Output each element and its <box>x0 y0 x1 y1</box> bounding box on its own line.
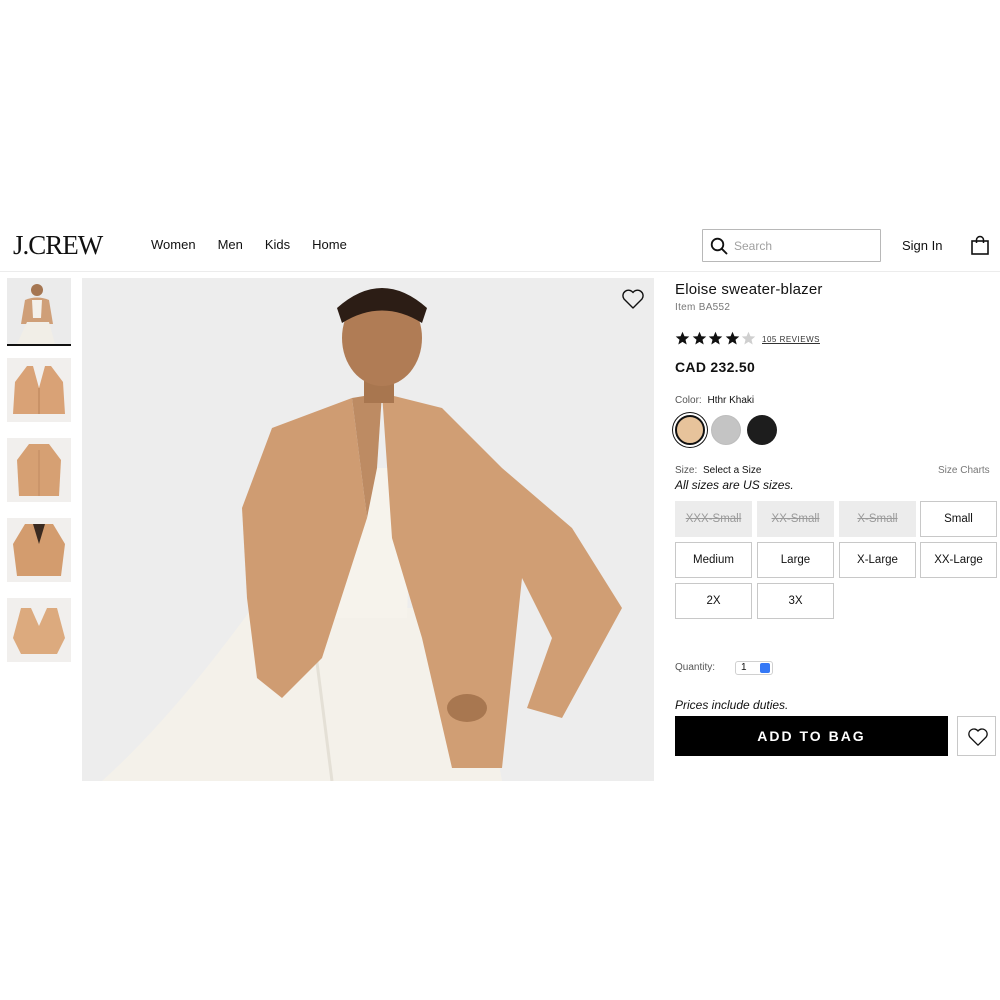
main-product-image[interactable] <box>82 278 654 781</box>
thumbnail-1[interactable] <box>7 278 71 346</box>
star-empty-icon <box>741 331 756 345</box>
star-icon <box>692 331 706 345</box>
thumbnail-back-image <box>7 438 71 502</box>
jcrew-logo[interactable]: J.CREW <box>13 230 103 261</box>
color-row: Color: Hthr Khaki <box>675 395 754 406</box>
size-option-2x[interactable]: 2X <box>675 583 752 619</box>
product-title: Eloise sweater-blazer <box>675 281 823 298</box>
swatch-black[interactable] <box>747 415 777 445</box>
site-header: J.CREW Women Men Kids Home Sign In <box>0 218 1000 272</box>
thumbnail-strip <box>7 278 71 678</box>
nav-item-women[interactable]: Women <box>151 237 196 252</box>
thumbnail-side-image <box>7 518 71 582</box>
heart-icon[interactable] <box>621 288 645 310</box>
size-charts-link[interactable]: Size Charts <box>938 465 990 476</box>
size-option-medium[interactable]: Medium <box>675 542 752 578</box>
reviews-link[interactable]: 105 REVIEWS <box>762 335 820 344</box>
nav-item-men[interactable]: Men <box>218 237 243 252</box>
thumbnail-2[interactable] <box>7 358 71 422</box>
quantity-label: Quantity: <box>675 662 716 673</box>
thumbnail-5[interactable] <box>7 598 71 662</box>
color-label: Color: <box>675 395 702 406</box>
size-option-xx-small: XX-Small <box>757 501 834 537</box>
model-photo <box>82 278 654 781</box>
size-option-small[interactable]: Small <box>920 501 997 537</box>
nav-item-home[interactable]: Home <box>312 237 347 252</box>
wishlist-button[interactable] <box>957 716 996 756</box>
size-option-xxx-small: XXX-Small <box>675 501 752 537</box>
size-row: Size: Select a Size Size Charts <box>675 465 1000 476</box>
star-icon <box>675 331 690 345</box>
size-option-xx-large[interactable]: XX-Large <box>920 542 997 578</box>
size-option-large[interactable]: Large <box>757 542 834 578</box>
size-option-x-large[interactable]: X-Large <box>839 542 916 578</box>
main-nav: Women Men Kids Home <box>151 237 369 252</box>
sign-in-link[interactable]: Sign In <box>902 238 942 253</box>
quantity-value: 1 <box>741 662 747 673</box>
swatch-hthr-khaki[interactable] <box>675 415 705 445</box>
star-icon <box>708 331 723 345</box>
search-icon[interactable] <box>710 237 728 255</box>
search-box[interactable] <box>702 229 881 262</box>
thumbnail-model-image <box>7 278 71 344</box>
heart-icon <box>968 728 988 746</box>
product-price: CAD 232.50 <box>675 359 756 375</box>
color-value: Hthr Khaki <box>707 395 755 406</box>
rating-stars[interactable] <box>675 331 758 346</box>
item-number: Item BA552 <box>675 302 731 313</box>
thumbnail-3[interactable] <box>7 438 71 502</box>
nav-item-kids[interactable]: Kids <box>265 237 290 252</box>
add-to-bag-button[interactable]: ADD TO BAG <box>675 716 948 756</box>
size-option-3x[interactable]: 3X <box>757 583 834 619</box>
size-label: Size: <box>675 465 698 476</box>
size-option-x-small: X-Small <box>839 501 916 537</box>
thumbnail-4[interactable] <box>7 518 71 582</box>
size-note: All sizes are US sizes. <box>675 478 794 492</box>
quantity-select[interactable]: 1 <box>735 661 773 675</box>
search-input[interactable] <box>734 237 874 255</box>
duties-note: Prices include duties. <box>675 698 789 712</box>
thumbnail-front-image <box>7 358 71 422</box>
stepper-arrows-icon[interactable] <box>760 663 770 673</box>
color-swatches <box>675 415 783 445</box>
shopping-bag-icon[interactable] <box>970 235 990 255</box>
thumbnail-flat-image <box>7 598 71 662</box>
swatch-grey[interactable] <box>711 415 741 445</box>
size-value: Select a Size <box>703 465 762 476</box>
star-icon <box>725 331 739 345</box>
